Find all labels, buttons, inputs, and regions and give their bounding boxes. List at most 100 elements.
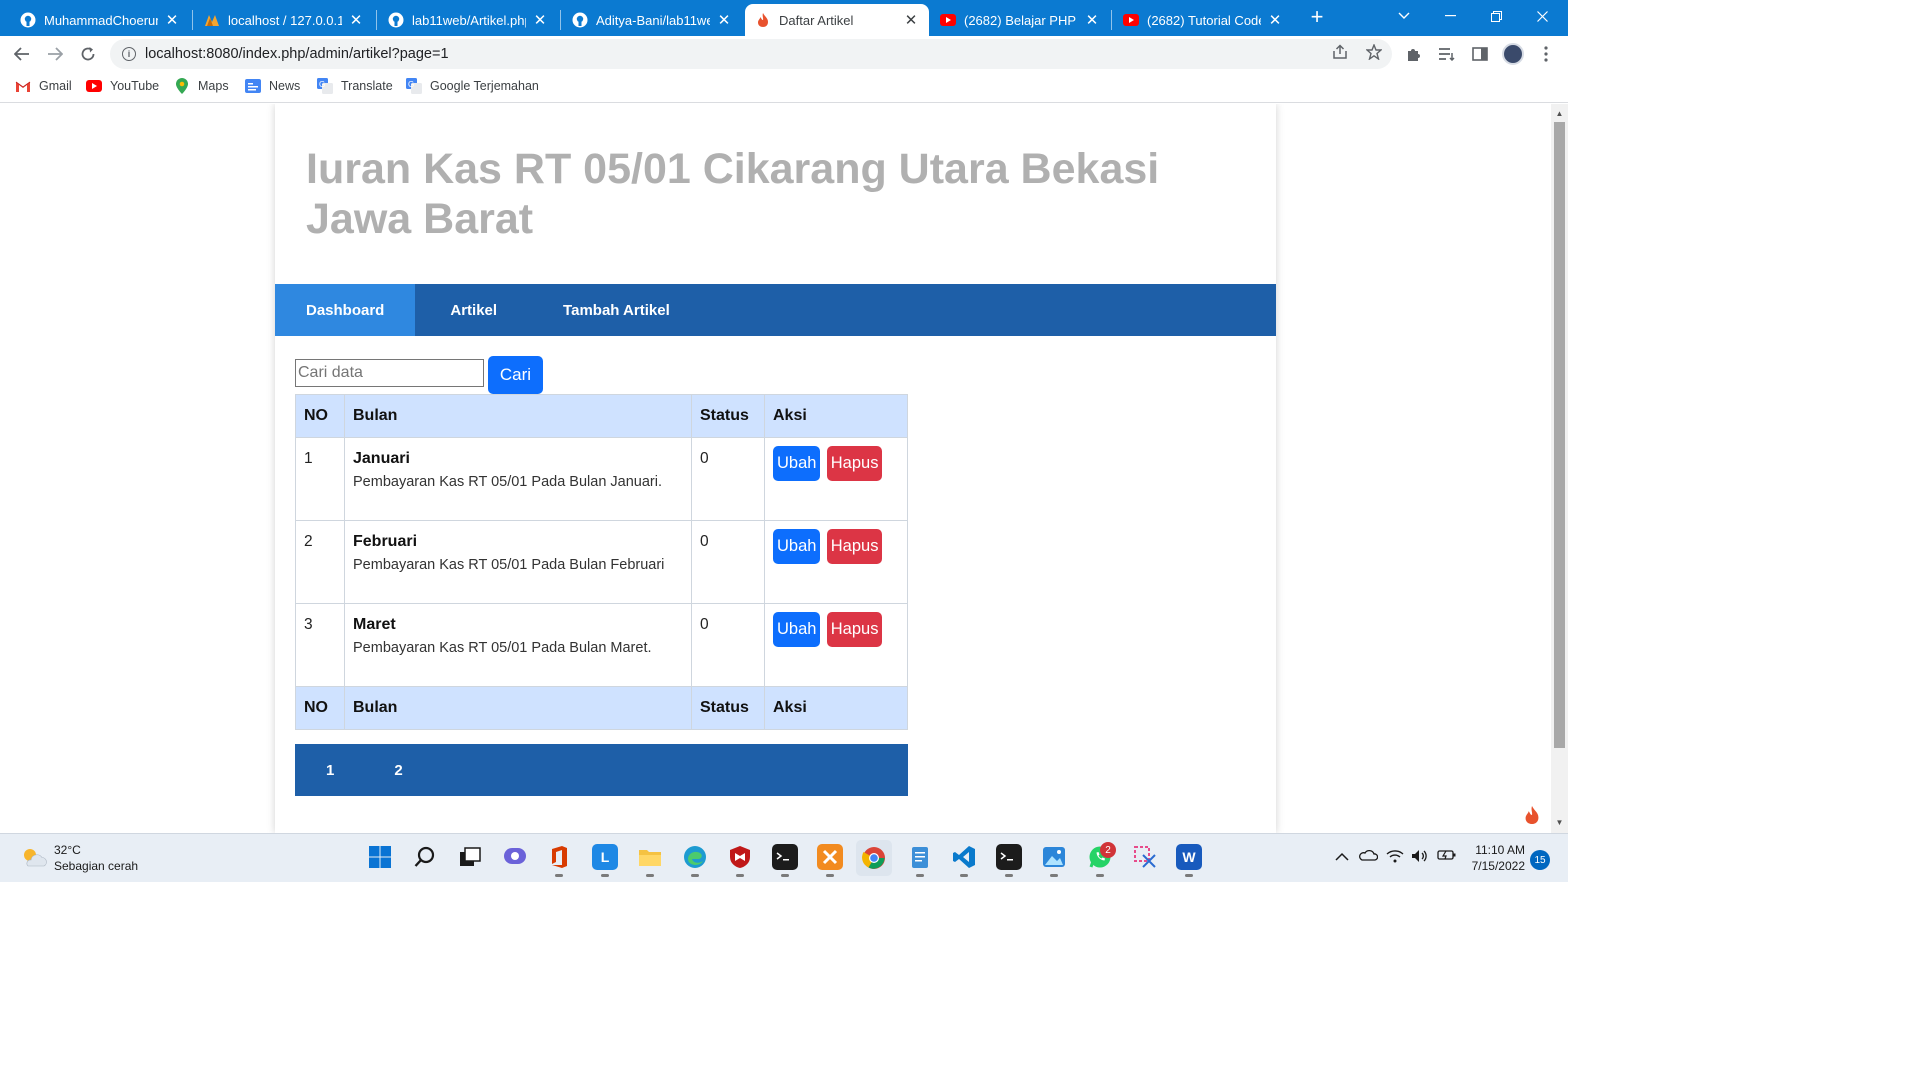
site-info-icon[interactable]: i xyxy=(122,47,136,61)
row-title: Februari xyxy=(353,533,418,550)
column-footer-status: Status xyxy=(691,686,765,730)
vscode-icon[interactable] xyxy=(951,844,977,877)
tab-github-profile[interactable]: MuhammadChoerum ✕ xyxy=(10,4,190,36)
search-icon[interactable] xyxy=(412,844,438,870)
side-panel-icon[interactable] xyxy=(1468,42,1492,66)
teams-chat-icon[interactable] xyxy=(502,844,528,870)
edge-icon[interactable] xyxy=(682,844,708,877)
notepad-icon[interactable] xyxy=(907,844,933,877)
bookmark-youtube[interactable]: YouTube xyxy=(86,79,159,93)
tab-close-icon[interactable]: ✕ xyxy=(903,11,919,29)
bookmark-translate[interactable]: G Translate xyxy=(317,78,393,94)
translate-icon: G xyxy=(317,78,333,94)
tab-phpmyadmin[interactable]: localhost / 127.0.0.1 / ✕ xyxy=(194,4,374,36)
snipping-tool-icon[interactable] xyxy=(1132,844,1158,870)
bookmark-star-icon[interactable] xyxy=(1365,43,1383,64)
photos-icon[interactable] xyxy=(1041,844,1067,877)
row-bulan-cell: Februari Pembayaran Kas RT 05/01 Pada Bu… xyxy=(344,520,692,604)
tab-label: Daftar Artikel xyxy=(779,12,854,28)
clock-date[interactable]: 7/15/2022 xyxy=(1467,859,1525,873)
restore-icon[interactable] xyxy=(1473,0,1519,32)
task-view-icon[interactable] xyxy=(457,844,483,870)
row-status: 0 xyxy=(691,603,765,687)
tab-close-icon[interactable]: ✕ xyxy=(1084,11,1100,29)
office-icon[interactable] xyxy=(546,844,572,877)
search-button[interactable]: Cari xyxy=(488,356,543,394)
edit-button[interactable]: Ubah xyxy=(773,612,821,647)
weather-description[interactable]: Sebagian cerah xyxy=(54,859,138,873)
reload-icon[interactable] xyxy=(74,40,102,68)
tab-daftar-artikel[interactable]: Daftar Artikel ✕ xyxy=(745,4,929,36)
clock-time[interactable]: 11:10 AM xyxy=(1471,843,1525,857)
nav-tambah-artikel[interactable]: Tambah Artikel xyxy=(532,284,670,336)
xampp-icon[interactable] xyxy=(817,844,843,877)
bookmark-maps[interactable]: Maps xyxy=(174,78,229,94)
word-icon[interactable]: W xyxy=(1176,844,1202,877)
tab-github-artikel[interactable]: lab11web/Artikel.php ✕ xyxy=(378,4,558,36)
search-input[interactable] xyxy=(295,359,484,387)
codeigniter-debug-icon[interactable] xyxy=(1517,800,1547,830)
page-link-2[interactable]: 2 xyxy=(394,762,402,779)
file-explorer-icon[interactable] xyxy=(637,844,663,877)
address-bar[interactable]: i localhost:8080/index.php/admin/artikel… xyxy=(110,39,1392,69)
tab-close-icon[interactable]: ✕ xyxy=(716,11,732,29)
row-description: Pembayaran Kas RT 05/01 Pada Bulan Maret… xyxy=(353,640,652,656)
lens-app-icon[interactable]: L xyxy=(592,844,618,877)
row-actions: Ubah Hapus xyxy=(764,603,908,687)
translate-icon: G xyxy=(406,78,422,94)
scroll-up-arrow-icon[interactable]: ▲ xyxy=(1551,106,1568,122)
column-footer-no: NO xyxy=(295,686,345,730)
command-prompt-icon[interactable] xyxy=(996,844,1022,877)
edit-button[interactable]: Ubah xyxy=(773,529,821,564)
page-link-1[interactable]: 1 xyxy=(326,762,334,779)
windows-start-icon[interactable] xyxy=(367,844,393,870)
close-window-icon[interactable] xyxy=(1519,0,1565,32)
tab-search-chevron-icon[interactable] xyxy=(1381,0,1427,32)
bookmark-gmail[interactable]: Gmail xyxy=(15,79,72,93)
delete-button[interactable]: Hapus xyxy=(826,529,883,564)
tray-chevron-up-icon[interactable] xyxy=(1335,849,1349,864)
tab-close-icon[interactable]: ✕ xyxy=(1267,11,1283,29)
delete-button[interactable]: Hapus xyxy=(826,446,883,481)
more-menu-icon[interactable] xyxy=(1534,42,1558,66)
tab-close-icon[interactable]: ✕ xyxy=(164,11,180,29)
tab-label: (2682) Belajar PHP un xyxy=(964,12,1078,28)
bookmark-news[interactable]: News xyxy=(245,79,300,93)
minimize-icon[interactable] xyxy=(1427,0,1473,32)
nav-artikel[interactable]: Artikel xyxy=(415,284,532,336)
battery-icon[interactable] xyxy=(1437,849,1457,864)
url-text[interactable]: localhost:8080/index.php/admin/artikel?p… xyxy=(145,46,449,62)
volume-icon[interactable] xyxy=(1411,849,1429,866)
notification-count-badge[interactable]: 15 xyxy=(1530,850,1550,870)
tab-youtube-php[interactable]: (2682) Belajar PHP un ✕ xyxy=(930,4,1110,36)
tab-close-icon[interactable]: ✕ xyxy=(348,11,364,29)
tab-github-repo[interactable]: Aditya-Bani/lab11web ✕ xyxy=(562,4,742,36)
scroll-down-arrow-icon[interactable]: ▼ xyxy=(1551,815,1568,831)
delete-button[interactable]: Hapus xyxy=(826,612,883,647)
forward-arrow-icon[interactable] xyxy=(41,40,69,68)
new-tab-button[interactable]: + xyxy=(1306,6,1328,28)
tab-youtube-codeigniter[interactable]: (2682) Tutorial Codelg ✕ xyxy=(1113,4,1293,36)
mcafee-shield-icon[interactable] xyxy=(727,844,753,877)
profile-avatar[interactable] xyxy=(1502,43,1524,65)
row-title: Januari xyxy=(353,450,410,467)
extensions-puzzle-icon[interactable] xyxy=(1402,42,1426,66)
edit-button[interactable]: Ubah xyxy=(773,446,821,481)
back-arrow-icon[interactable] xyxy=(8,40,36,68)
bookmark-google-terjemahan[interactable]: G Google Terjemahan xyxy=(406,78,539,94)
reading-list-icon[interactable] xyxy=(1435,42,1459,66)
share-icon[interactable] xyxy=(1332,44,1348,64)
weather-partly-sunny-icon[interactable] xyxy=(20,846,48,868)
wifi-icon[interactable] xyxy=(1386,849,1404,866)
scroll-thumb[interactable] xyxy=(1554,122,1565,748)
column-footer-aksi: Aksi xyxy=(764,686,908,730)
nav-dashboard[interactable]: Dashboard xyxy=(275,284,416,336)
terminal-icon[interactable] xyxy=(772,844,798,877)
svg-text:G: G xyxy=(408,80,414,89)
weather-temperature[interactable]: 32°C xyxy=(54,843,81,857)
chrome-icon[interactable] xyxy=(856,840,892,876)
tab-close-icon[interactable]: ✕ xyxy=(532,11,548,29)
row-number: 1 xyxy=(295,437,345,521)
onedrive-cloud-icon[interactable] xyxy=(1358,849,1379,864)
page-scrollbar[interactable]: ▲ ▼ xyxy=(1551,104,1568,833)
